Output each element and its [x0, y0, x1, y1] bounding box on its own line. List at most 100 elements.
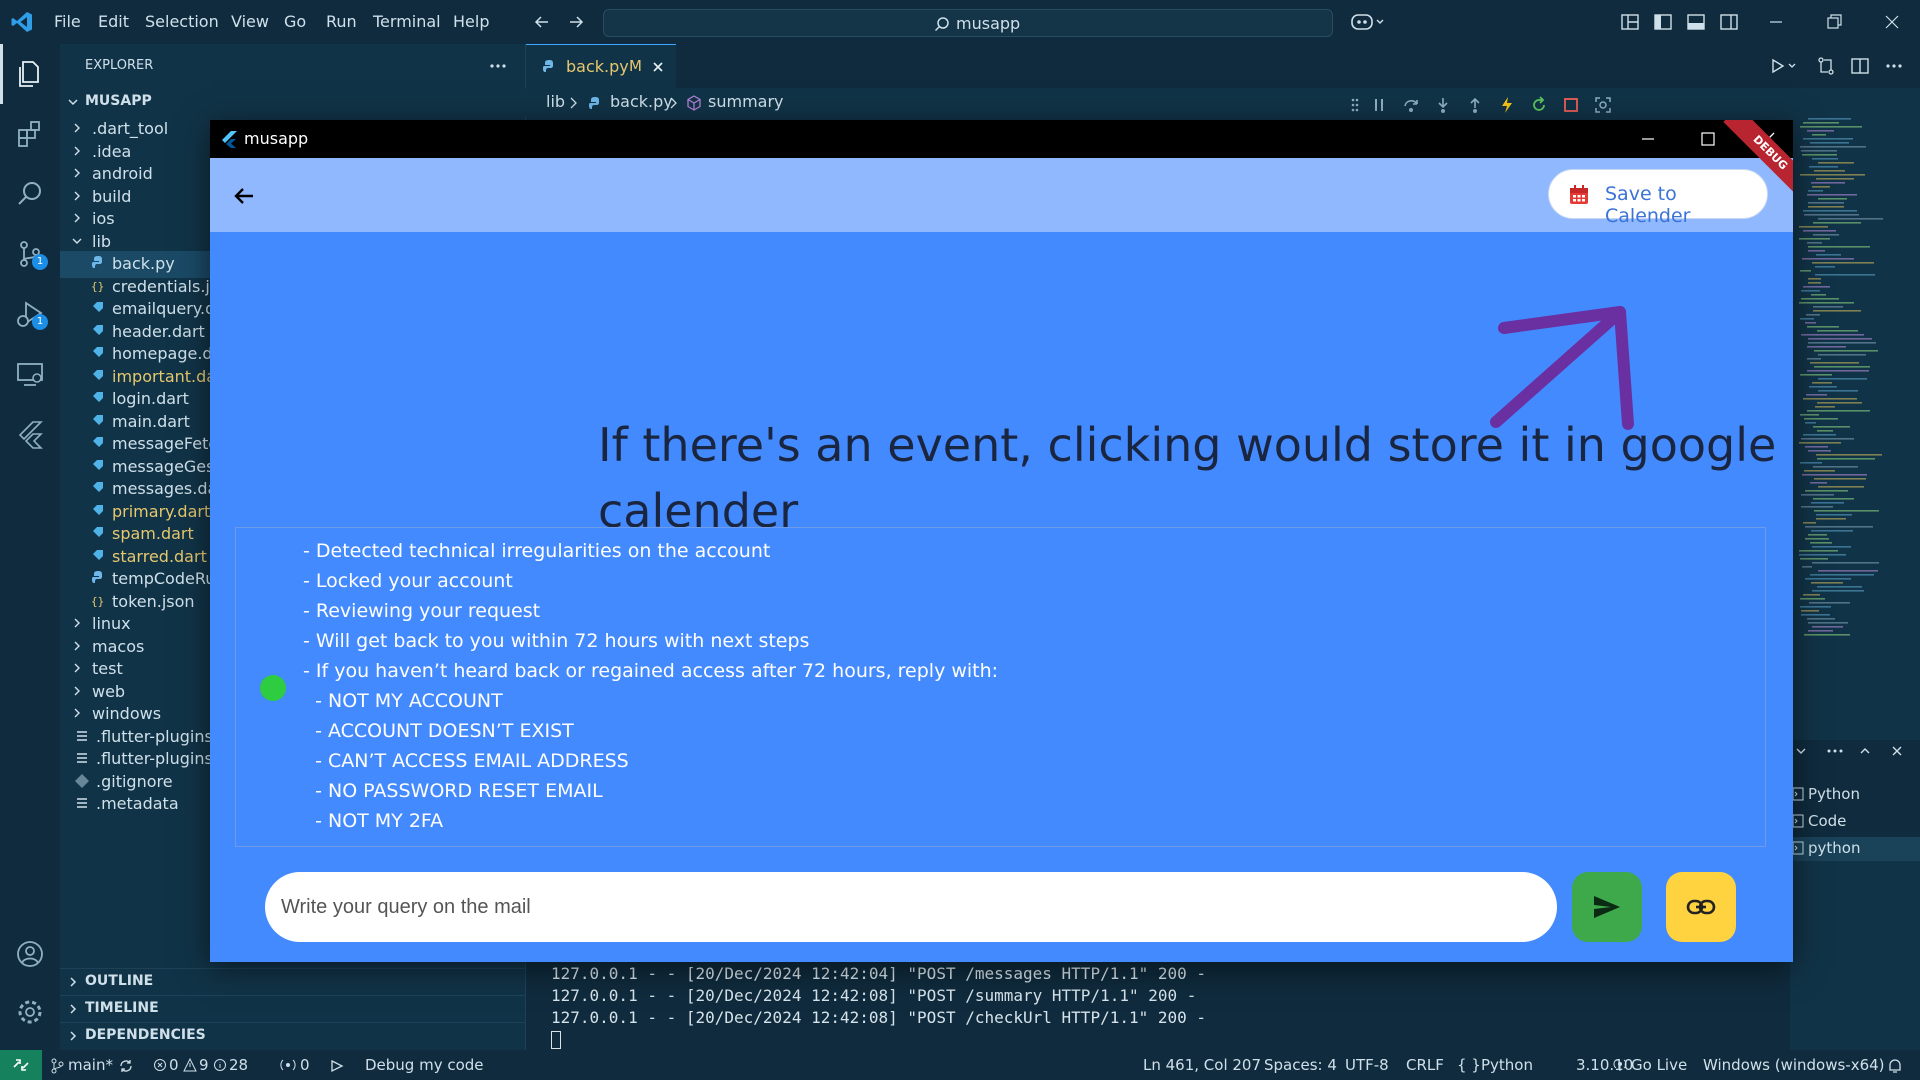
breadcrumb-lib[interactable]: lib: [546, 92, 565, 111]
chevron-right-icon: [74, 123, 80, 133]
customize-layout-icon[interactable]: [1620, 12, 1640, 32]
command-center-search[interactable]: musapp: [603, 9, 1333, 37]
forward-arrow-icon[interactable]: [566, 12, 586, 32]
menu-selection[interactable]: Selection: [145, 12, 219, 31]
outline-section[interactable]: OUTLINE: [60, 968, 526, 995]
encoding[interactable]: UTF-8: [1345, 1056, 1389, 1074]
settings-gear-icon[interactable]: [14, 996, 46, 1028]
breadcrumb-file[interactable]: back.py: [610, 92, 673, 111]
dependencies-section[interactable]: DEPENDENCIES: [60, 1022, 526, 1049]
chevron-right-icon: [74, 663, 80, 673]
menu-edit[interactable]: Edit: [98, 12, 129, 31]
breadcrumb: lib back.py summary: [526, 88, 1920, 118]
minimap-line: [1813, 466, 1858, 468]
tree-item-label: messages.dar: [112, 479, 210, 498]
minimap-line: [1813, 234, 1839, 236]
tree-item-label: .idea: [92, 141, 132, 161]
minimap-line: [1808, 534, 1827, 536]
indentation[interactable]: Spaces: 4: [1264, 1056, 1337, 1074]
remote-explorer-icon[interactable]: [14, 358, 46, 390]
tab-back-py[interactable]: back.py M: [526, 44, 676, 88]
flutter-icon[interactable]: [14, 418, 46, 450]
braces-icon: { }: [1457, 1056, 1481, 1074]
go-live-button[interactable]: Go Live: [1613, 1056, 1687, 1076]
terminal-item-python-active[interactable]: python: [1790, 837, 1920, 861]
ports-indicator[interactable]: 0: [280, 1056, 320, 1076]
back-arrow-icon[interactable]: [532, 12, 552, 32]
chevron-down-icon: [72, 238, 82, 244]
chevron-down-icon[interactable]: [1794, 744, 1808, 758]
back-arrow-icon[interactable]: [232, 184, 256, 208]
menu-go[interactable]: Go: [284, 12, 306, 31]
restore-icon[interactable]: [1822, 10, 1846, 34]
minimap-line: [1817, 586, 1862, 588]
link-button[interactable]: [1666, 872, 1736, 942]
restart-icon[interactable]: [1530, 96, 1548, 114]
maximize-panel-icon[interactable]: [1858, 744, 1872, 758]
platform-indicator[interactable]: Windows (windows-x64): [1703, 1056, 1885, 1074]
toggle-secondary-sidebar-icon[interactable]: [1719, 12, 1739, 32]
accounts-icon[interactable]: [14, 938, 46, 970]
language-mode[interactable]: { } Python: [1457, 1056, 1537, 1076]
timeline-section[interactable]: TIMELINE: [60, 995, 526, 1022]
search-view-icon[interactable]: [14, 178, 46, 210]
terminal-item-python[interactable]: Python: [1790, 783, 1920, 807]
send-button[interactable]: [1572, 872, 1642, 942]
line-ending[interactable]: CRLF: [1406, 1056, 1444, 1074]
menu-terminal[interactable]: Terminal: [373, 12, 441, 31]
minimap-line: [1802, 154, 1837, 156]
drag-handle-icon[interactable]: [1350, 97, 1360, 113]
app-minimize-icon[interactable]: [1638, 129, 1658, 149]
extensions-icon[interactable]: [14, 118, 46, 150]
split-editor-icon[interactable]: [1850, 56, 1870, 76]
step-out-icon[interactable]: [1466, 96, 1484, 114]
tree-file[interactable]: .metadata: [60, 791, 210, 818]
close-window-icon[interactable]: [1880, 10, 1904, 34]
chevron-right-icon: [74, 168, 80, 178]
toggle-panel-icon[interactable]: [1686, 12, 1706, 32]
step-into-icon[interactable]: [1434, 96, 1452, 114]
cursor-position[interactable]: Ln 461, Col 207: [1143, 1056, 1261, 1074]
run-file-icon[interactable]: [1770, 57, 1798, 75]
minimap-line: [1818, 354, 1866, 356]
terminal-item-code[interactable]: Code: [1790, 810, 1920, 834]
editor-more-actions-icon[interactable]: [1884, 56, 1904, 76]
remote-indicator[interactable]: [0, 1050, 42, 1080]
terminal-line: 127.0.0.1 - - [20/Dec/2024 12:42:04] "PO…: [551, 964, 1207, 983]
notifications-bell-icon[interactable]: [1886, 1057, 1904, 1075]
terminal-output[interactable]: 127.0.0.1 - - [20/Dec/2024 12:42:04] "PO…: [526, 960, 1790, 1050]
compare-changes-icon[interactable]: [1816, 56, 1836, 76]
step-over-icon[interactable]: [1402, 96, 1420, 114]
menu-run[interactable]: Run: [326, 12, 357, 31]
minimap-line: [1809, 166, 1838, 168]
menu-view[interactable]: View: [231, 12, 269, 31]
debug-label[interactable]: Debug my code: [365, 1056, 484, 1074]
close-panel-icon[interactable]: [1890, 744, 1904, 758]
copilot-icon[interactable]: [1350, 11, 1386, 33]
app-maximize-icon[interactable]: [1698, 129, 1718, 149]
breadcrumb-symbol[interactable]: summary: [708, 92, 784, 111]
minimize-icon[interactable]: [1764, 10, 1788, 34]
widget-inspector-icon[interactable]: [1594, 96, 1612, 114]
more-actions-icon[interactable]: [1826, 744, 1844, 758]
save-to-calendar-button[interactable]: Save to Calender: [1548, 169, 1768, 227]
query-input[interactable]: [265, 872, 1557, 942]
problems-indicator[interactable]: 0 9 28: [153, 1056, 263, 1076]
sync-icon[interactable]: [118, 1058, 134, 1074]
pause-icon[interactable]: [1370, 96, 1388, 114]
hot-reload-icon[interactable]: [1498, 96, 1516, 114]
more-actions-icon[interactable]: [488, 58, 508, 74]
dependencies-label: DEPENDENCIES: [85, 1027, 206, 1043]
toggle-sidebar-icon[interactable]: [1653, 12, 1673, 32]
explorer-icon[interactable]: [14, 58, 46, 90]
minimap[interactable]: [1795, 118, 1905, 738]
explorer-root[interactable]: MUSAPP: [60, 89, 526, 116]
close-tab-icon[interactable]: [650, 59, 666, 75]
minimap-line: [1800, 318, 1814, 320]
minimap-line: [1803, 522, 1816, 524]
stop-icon[interactable]: [1562, 96, 1580, 114]
minimap-line: [1806, 394, 1827, 396]
menu-file[interactable]: File: [54, 12, 81, 31]
warning-count: 9: [199, 1056, 209, 1074]
menu-help[interactable]: Help: [453, 12, 489, 31]
